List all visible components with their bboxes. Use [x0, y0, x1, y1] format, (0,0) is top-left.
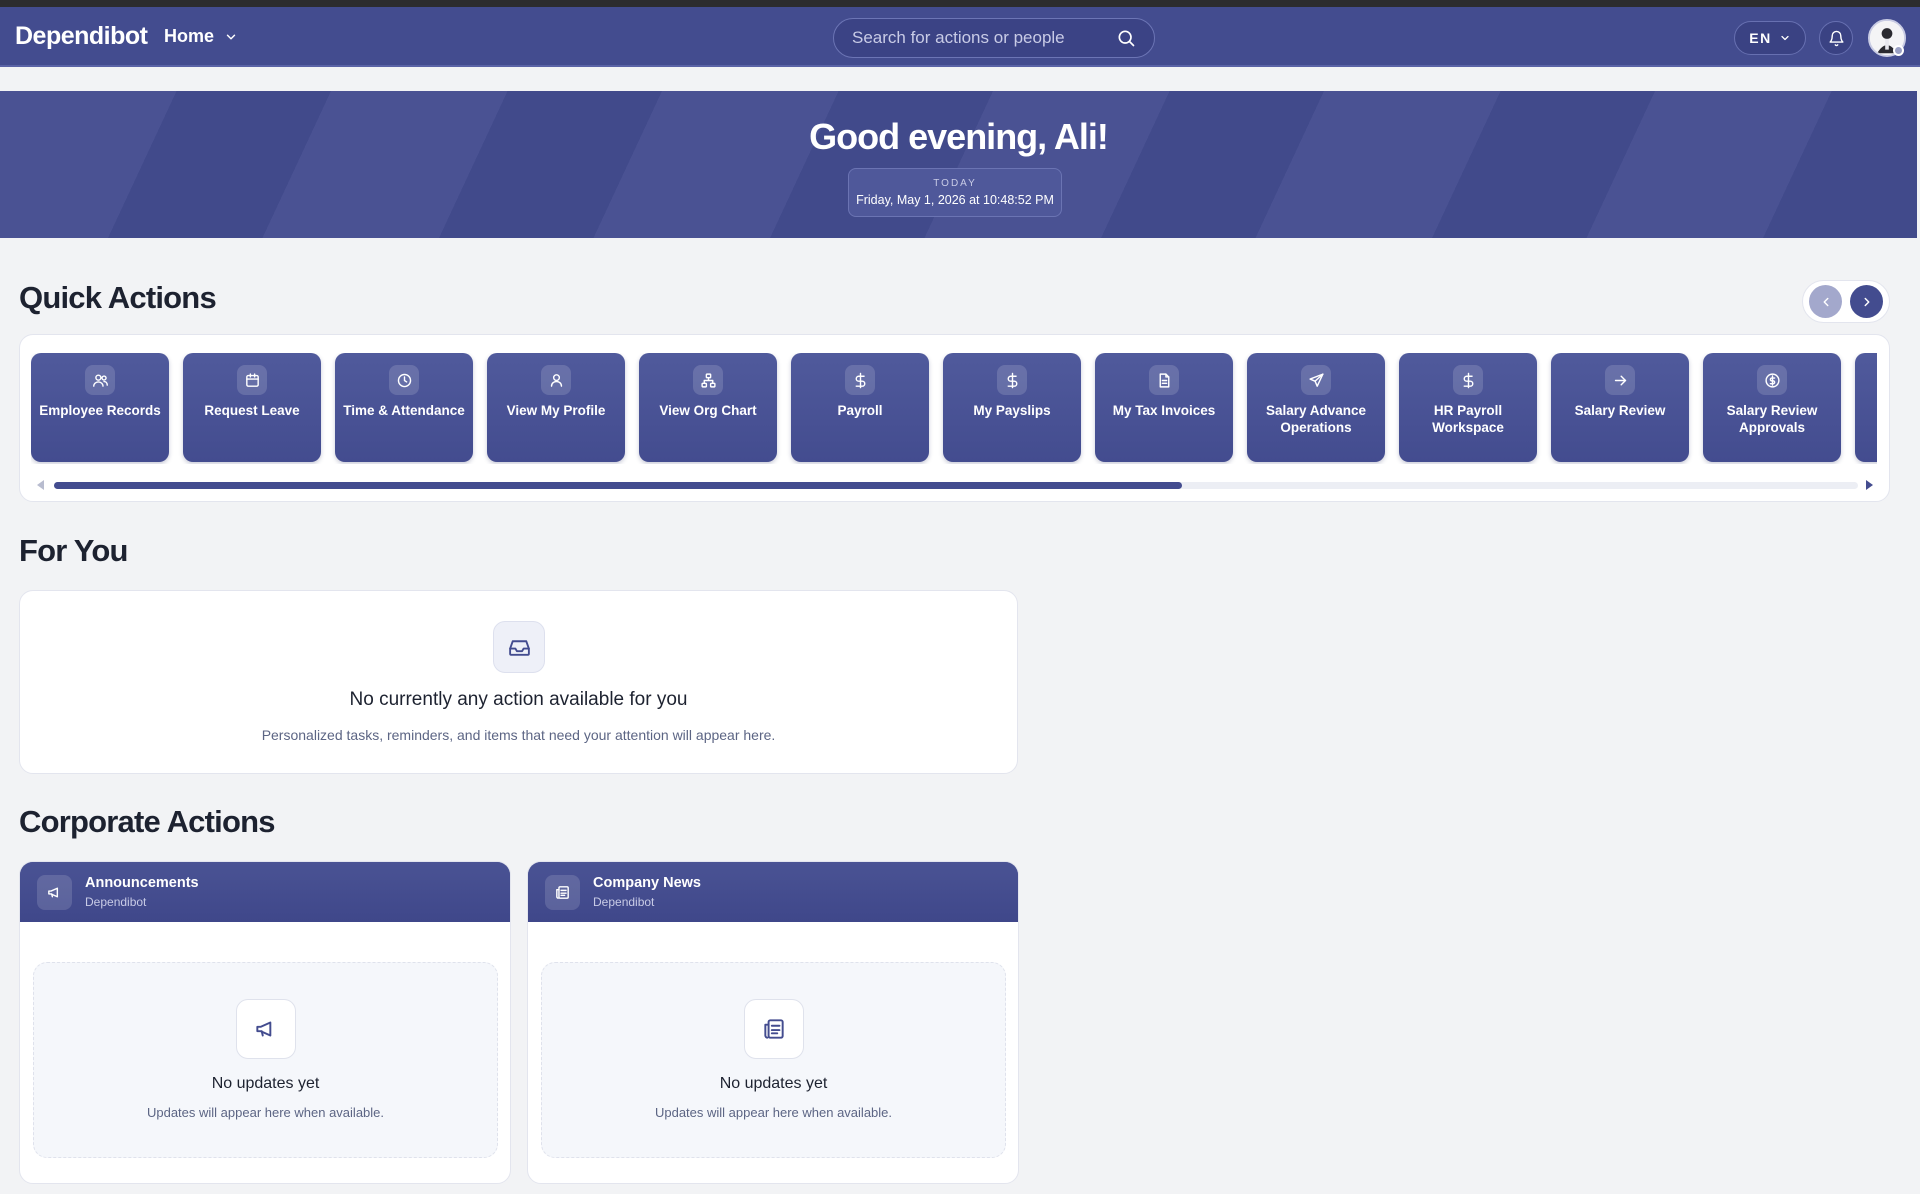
quick-actions-track: Employee Records Request Leave Time & At… [31, 353, 1877, 464]
chevron-down-icon [1781, 35, 1789, 41]
top-navbar: Dependibot Home EN [0, 7, 1920, 67]
quick-action-my-tax-invoices[interactable]: My Tax Invoices [1095, 353, 1233, 462]
dollar-icon [845, 365, 875, 395]
today-date: Friday, May 1, 2026 at 10:48:52 PM [856, 193, 1054, 207]
language-selector[interactable]: EN [1734, 21, 1806, 55]
quick-action-salary-review-approvals[interactable]: Salary Review Approvals [1703, 353, 1841, 462]
chevron-right-icon [1864, 297, 1869, 306]
company-news-empty-state: No updates yet Updates will appear here … [541, 962, 1006, 1158]
greeting-title: Good evening, Ali! [809, 116, 1109, 157]
quick-action-view-org-chart[interactable]: View Org Chart [639, 353, 777, 462]
quick-action-hr-payroll-workspace[interactable]: HR Payroll Workspace [1399, 353, 1537, 462]
quick-action-salary-review[interactable]: Salary Review [1551, 353, 1689, 462]
newspaper-icon [545, 875, 580, 910]
quick-actions-title: Quick Actions [19, 280, 217, 315]
for-you-empty-subtitle: Personalized tasks, reminders, and items… [261, 727, 776, 743]
quick-action-label: Request Leave [204, 403, 300, 418]
clock-icon [389, 365, 419, 395]
scroll-right-arrow[interactable] [1866, 480, 1873, 490]
home-menu[interactable]: Home [164, 26, 238, 47]
quick-actions-panel: Employee Records Request Leave Time & At… [19, 334, 1890, 502]
status-indicator [1893, 45, 1904, 56]
company-news-title: Company News [593, 875, 701, 891]
company-news-subtitle: Dependibot [593, 895, 655, 909]
arrow-right-icon [1605, 365, 1635, 395]
dollar-icon [1453, 365, 1483, 395]
language-label: EN [1749, 30, 1772, 46]
search-input[interactable] [852, 28, 1116, 48]
quick-actions-scrollbar[interactable] [54, 482, 1858, 489]
quick-action-label: Salary Review [1574, 403, 1666, 418]
chevron-left-icon [1823, 297, 1828, 306]
quick-action-label: Employee Records [39, 403, 161, 418]
brand-logo[interactable]: Dependibot [15, 22, 148, 51]
calendar-icon [237, 365, 267, 395]
users-icon [85, 365, 115, 395]
window-top-strip [0, 0, 1920, 7]
quick-action-label: Salary Advance Operations [1265, 403, 1367, 435]
quick-action-label: View My Profile [506, 403, 606, 418]
carousel-nav [1802, 280, 1890, 323]
quick-action-partial[interactable] [1855, 353, 1877, 462]
quick-action-request-leave[interactable]: Request Leave [183, 353, 321, 462]
quick-action-label: Time & Attendance [343, 403, 465, 418]
carousel-next-button[interactable] [1850, 285, 1883, 318]
for-you-empty-title: No currently any action available for yo… [349, 689, 688, 710]
quick-action-label: View Org Chart [659, 403, 757, 418]
dollar-icon [997, 365, 1027, 395]
notifications-button[interactable] [1819, 21, 1853, 55]
document-icon [1149, 365, 1179, 395]
quick-action-view-my-profile[interactable]: View My Profile [487, 353, 625, 462]
scrollbar-thumb[interactable] [54, 482, 1182, 489]
company-news-empty-subtitle: Updates will appear here when available. [654, 1105, 893, 1120]
search-icon[interactable] [1116, 28, 1136, 48]
announcements-empty-title: No updates yet [211, 1075, 320, 1092]
chevron-down-icon [226, 34, 236, 39]
send-icon [1301, 365, 1331, 395]
quick-action-my-payslips[interactable]: My Payslips [943, 353, 1081, 462]
carousel-prev-button[interactable] [1809, 285, 1842, 318]
corporate-actions-title: Corporate Actions [19, 804, 275, 839]
announcements-subtitle: Dependibot [85, 895, 147, 909]
home-menu-label: Home [164, 26, 215, 46]
today-label: TODAY [933, 178, 977, 189]
quick-action-time-attendance[interactable]: Time & Attendance [335, 353, 473, 462]
megaphone-icon [236, 999, 296, 1059]
quick-action-label: My Payslips [973, 403, 1051, 418]
search-bar[interactable] [833, 18, 1155, 58]
quick-action-employee-records[interactable]: Employee Records [31, 353, 169, 462]
quick-action-label: Payroll [837, 403, 883, 418]
quick-action-salary-advance-operations[interactable]: Salary Advance Operations [1247, 353, 1385, 462]
greeting-banner: Good evening, Ali! TODAY Friday, May 1, … [0, 91, 1917, 238]
announcements-empty-state: No updates yet Updates will appear here … [33, 962, 498, 1158]
announcements-header[interactable]: Announcements Dependibot [20, 862, 510, 922]
quick-action-label: HR Payroll Workspace [1432, 403, 1504, 435]
user-icon [541, 365, 571, 395]
announcements-card: Announcements Dependibot No updates yet … [19, 861, 511, 1184]
quick-action-label: My Tax Invoices [1112, 403, 1216, 418]
company-news-card: Company News Dependibot No updates yet U… [527, 861, 1019, 1184]
scroll-left-arrow[interactable] [37, 480, 44, 490]
dollar-circle-icon [1757, 365, 1787, 395]
company-news-empty-title: No updates yet [719, 1075, 828, 1092]
quick-action-label: Salary Review Approvals [1726, 403, 1818, 435]
for-you-card: No currently any action available for yo… [19, 590, 1018, 774]
announcements-title: Announcements [85, 875, 199, 891]
for-you-title: For You [19, 533, 128, 568]
org-chart-icon [693, 365, 723, 395]
quick-action-payroll[interactable]: Payroll [791, 353, 929, 462]
newspaper-icon [744, 999, 804, 1059]
announcements-empty-subtitle: Updates will appear here when available. [146, 1105, 385, 1120]
company-news-header[interactable]: Company News Dependibot [528, 862, 1018, 922]
inbox-icon [493, 621, 545, 673]
today-badge: TODAY Friday, May 1, 2026 at 10:48:52 PM [848, 168, 1062, 217]
bell-icon [1828, 30, 1844, 46]
megaphone-icon [37, 875, 72, 910]
